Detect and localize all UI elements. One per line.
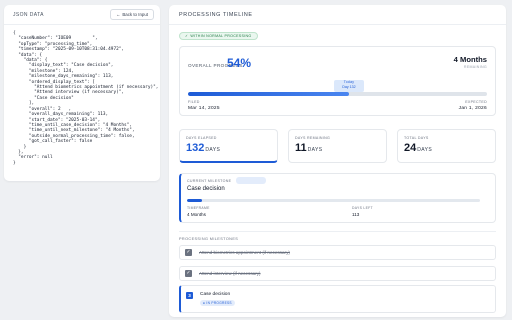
main-header: Processing Timeline (169, 5, 506, 25)
in-progress-badge: ● In progress (200, 300, 235, 306)
days-left-value: 113 (352, 212, 360, 217)
stat-unit: DAYS (307, 147, 323, 153)
json-data-panel: JSON Data ← Back to Input { "caseNumber"… (4, 5, 160, 181)
section-divider (179, 231, 496, 232)
stat-value: 11 (295, 142, 307, 154)
filed-label: Filed (188, 100, 200, 104)
current-milestone-label: Current Milestone (187, 179, 232, 183)
overall-progress-fill (188, 92, 350, 96)
today-day: Day 132 (342, 85, 356, 89)
back-to-input-button[interactable]: ← Back to Input (109, 9, 154, 20)
milestone-progress-fill (187, 199, 202, 202)
overall-progress-percent: 54% (227, 56, 252, 70)
stat-unit: DAYS (417, 147, 433, 153)
current-milestone-chip (236, 177, 266, 184)
stat-value-group: 11DAYS (295, 142, 380, 154)
stat-unit: DAYS (205, 147, 221, 153)
current-milestone-name: Case decision (187, 186, 225, 192)
list-item[interactable]: ✓ Attend interview (if necessary) (179, 266, 496, 281)
stat-label: Total Days (404, 136, 429, 140)
arrow-left-icon: ← (115, 12, 121, 17)
milestone-progress-bar (187, 199, 480, 202)
timeframe-value: 4 Months (187, 212, 206, 217)
list-item[interactable]: ✓ Attend biometrics appointment (if nece… (179, 245, 496, 260)
duration-label: Remaining (463, 65, 487, 69)
today-marker: Today Day 132 (334, 80, 364, 92)
milestone-text: Case decision (200, 292, 231, 297)
expected-label: Expected (465, 100, 487, 104)
stat-total-days: Total Days 24DAYS (397, 129, 496, 163)
stat-value: 132 (186, 142, 205, 154)
filed-date: Mar 14, 2025 (188, 106, 220, 111)
page-title: Processing Timeline (179, 11, 253, 18)
in-progress-label: In progress (206, 301, 232, 305)
expected-date: Jan 1, 2026 (458, 106, 487, 111)
back-button-label: Back to Input (122, 12, 148, 17)
current-milestone-item[interactable]: 3 Case decision ● In progress (179, 285, 496, 313)
stat-days-remaining: Days Remaining 11DAYS (288, 129, 387, 163)
dot-icon: ● (203, 301, 206, 305)
checkmark-icon: ✓ (185, 270, 192, 277)
timeframe-label: Timeframe (187, 206, 210, 210)
status-badge: ✓ Within normal processing (179, 32, 258, 40)
milestones-section-title: Processing Milestones (179, 237, 239, 241)
current-milestone-card: Current Milestone Case decision Timefram… (179, 173, 496, 223)
overall-progress-bar (188, 92, 487, 96)
stat-label: Days Remaining (295, 136, 331, 140)
json-panel-header: JSON Data ← Back to Input (4, 5, 160, 25)
json-panel-title: JSON Data (13, 11, 44, 18)
duration-value: 4 Months (453, 55, 487, 64)
overall-progress-card: Overall Progress 54% 4 Months Remaining … (179, 46, 496, 116)
check-icon: ✓ (185, 34, 189, 38)
stat-label: Days Elapsed (186, 136, 217, 140)
step-number: 3 (186, 292, 193, 299)
json-content: { "caseNumber": "IOE09 ", "opType": "pro… (13, 31, 159, 166)
stat-days-elapsed: Days Elapsed 132DAYS (179, 129, 278, 163)
milestone-text: Attend interview (if necessary) (199, 271, 261, 276)
status-badge-label: Within normal processing (190, 34, 252, 38)
stat-value: 24 (404, 142, 417, 154)
checkmark-icon: ✓ (185, 249, 192, 256)
milestone-text: Attend biometrics appointment (if necess… (199, 250, 290, 255)
days-left-label: Days Left (352, 206, 373, 210)
stat-value-group: 132DAYS (186, 142, 271, 154)
stat-value-group: 24DAYS (404, 142, 489, 154)
processing-timeline-panel: Processing Timeline ✓ Within normal proc… (169, 5, 506, 317)
